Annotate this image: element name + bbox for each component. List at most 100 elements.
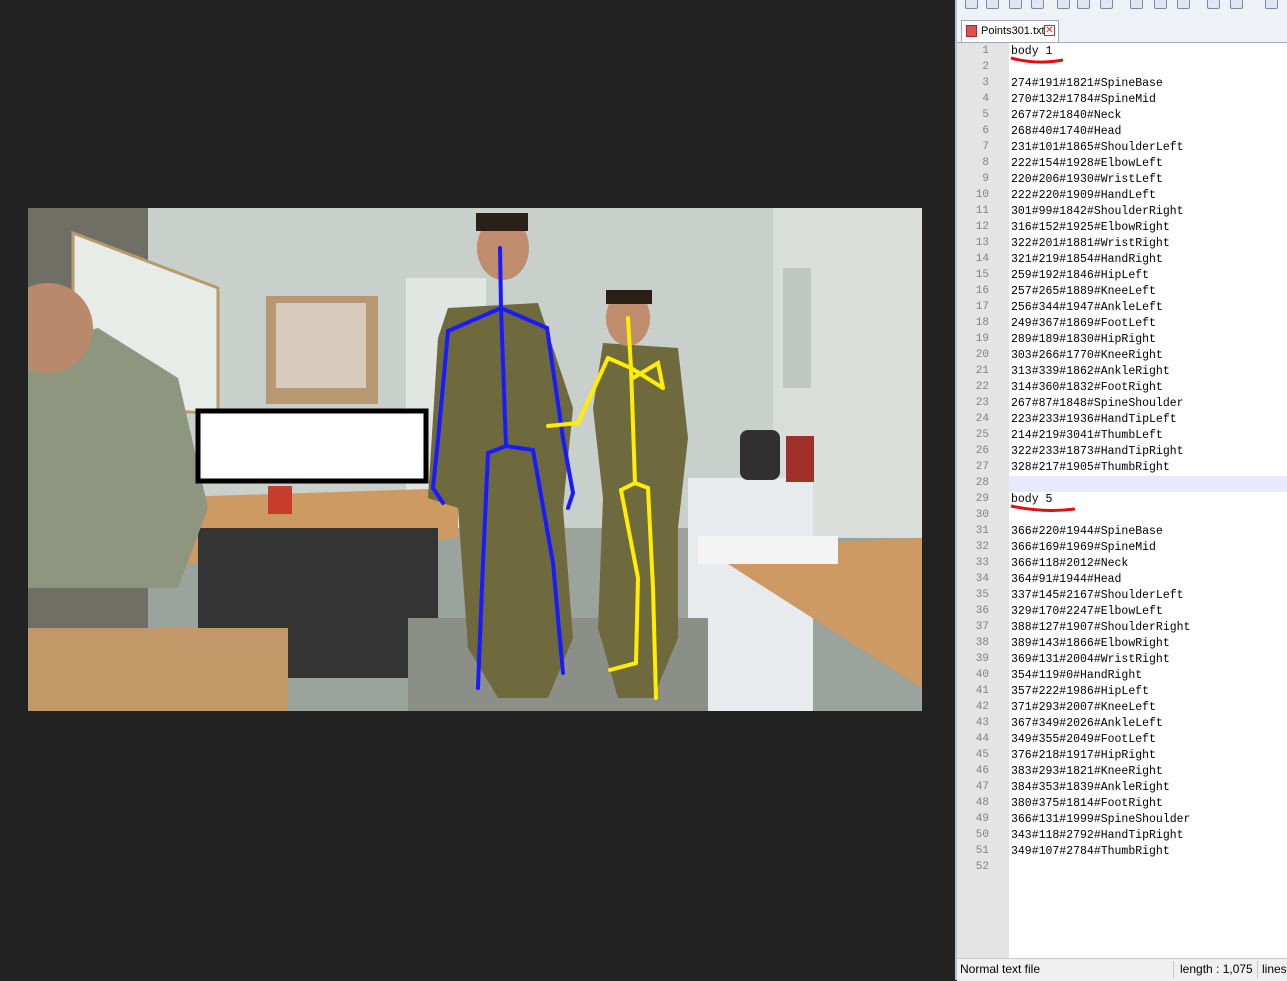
line-number: 1 (982, 45, 989, 57)
camera-photo (28, 208, 922, 711)
status-divider (1257, 961, 1258, 978)
line-number: 22 (975, 381, 989, 393)
code-line: 329#170#2247#ElbowLeft (1011, 605, 1163, 618)
code-line: 367#349#2026#AnkleLeft (1011, 717, 1163, 730)
line-number: 18 (975, 317, 989, 329)
tab-bar: Points301.txt ✕ (957, 14, 1287, 43)
line-number: 19 (975, 333, 989, 345)
line-number: 43 (975, 717, 989, 729)
code-line: 366#131#1999#SpineShoulder (1011, 813, 1191, 826)
paste-icon[interactable] (1177, 0, 1190, 9)
line-number: 42 (975, 701, 989, 713)
code-line: 383#293#1821#KneeRight (1011, 765, 1163, 778)
line-number: 50 (975, 829, 989, 841)
code-line: 357#222#1986#HipLeft (1011, 685, 1150, 698)
line-number: 35 (975, 589, 989, 601)
line-number: 2 (982, 61, 989, 73)
code-line: 222#154#1928#ElbowLeft (1011, 157, 1163, 170)
code-line: 249#367#1869#FootLeft (1011, 317, 1156, 330)
close-all-icon[interactable] (1077, 0, 1090, 9)
code-line: 321#219#1854#HandRight (1011, 253, 1163, 266)
save-icon[interactable] (1009, 0, 1022, 9)
find-icon[interactable] (1265, 0, 1278, 9)
line-number: 6 (982, 125, 989, 137)
code-line: 376#218#1917#HipRight (1011, 749, 1156, 762)
line-number: 24 (975, 413, 989, 425)
line-number: 33 (975, 557, 989, 569)
line-number: 25 (975, 429, 989, 441)
code-line: 274#191#1821#SpineBase (1011, 77, 1163, 90)
current-line-highlight (1009, 476, 1287, 492)
code-line: 380#375#1814#FootRight (1011, 797, 1163, 810)
cut-icon[interactable] (1130, 0, 1143, 9)
code-line: 222#220#1909#HandLeft (1011, 189, 1156, 202)
line-number: 51 (975, 845, 989, 857)
underline-body-5 (1010, 504, 1076, 512)
new-file-icon[interactable] (965, 0, 978, 9)
code-line: 289#189#1830#HipRight (1011, 333, 1156, 346)
line-number: 45 (975, 749, 989, 761)
code-line: 303#266#1770#KneeRight (1011, 349, 1163, 362)
line-number: 21 (975, 365, 989, 377)
line-number: 17 (975, 301, 989, 313)
code-line: 259#192#1846#HipLeft (1011, 269, 1150, 282)
file-type-status: Normal text file (960, 962, 1041, 976)
print-icon[interactable] (1100, 0, 1113, 9)
line-number: 44 (975, 733, 989, 745)
code-line: 267#72#1840#Neck (1011, 109, 1122, 122)
status-divider (1173, 961, 1174, 978)
code-line: 384#353#1839#AnkleRight (1011, 781, 1170, 794)
line-number: 23 (975, 397, 989, 409)
code-line: 257#265#1889#KneeLeft (1011, 285, 1156, 298)
code-line: 301#99#1842#ShoulderRight (1011, 205, 1184, 218)
save-all-icon[interactable] (1031, 0, 1044, 9)
line-number: 10 (975, 189, 989, 201)
code-line: body 1 (1011, 45, 1053, 58)
line-number: 8 (982, 157, 989, 169)
line-number: 20 (975, 349, 989, 361)
tab-points301[interactable]: Points301.txt ✕ (961, 20, 1059, 42)
code-line: 268#40#1740#Head (1011, 125, 1122, 138)
code-line: 366#220#1944#SpineBase (1011, 525, 1163, 538)
close-file-icon[interactable] (1057, 0, 1070, 9)
line-number: 4 (982, 93, 989, 105)
tab-label: Points301.txt (981, 25, 1045, 37)
code-line: 389#143#1866#ElbowRight (1011, 637, 1170, 650)
code-line: 223#233#1936#HandTipLeft (1011, 413, 1177, 426)
redaction-box (195, 408, 429, 484)
length-status: length : 1,075 (1180, 962, 1253, 976)
code-line: body 5 (1011, 493, 1053, 506)
line-number: 40 (975, 669, 989, 681)
file-icon (966, 25, 977, 37)
code-line: 316#152#1925#ElbowRight (1011, 221, 1170, 234)
line-number: 46 (975, 765, 989, 777)
code-line: 354#119#0#HandRight (1011, 669, 1143, 682)
text-area[interactable]: 1 body 1 2 3 274#191#1821#SpineBase 4 270#132#… (957, 43, 1287, 958)
line-number: 30 (975, 509, 989, 521)
line-number: 28 (975, 477, 989, 489)
line-number: 48 (975, 797, 989, 809)
line-number: 41 (975, 685, 989, 697)
code-line: 220#206#1930#WristLeft (1011, 173, 1163, 186)
line-number: 31 (975, 525, 989, 537)
code-line: 270#132#1784#SpineMid (1011, 93, 1156, 106)
line-number: 11 (975, 205, 989, 217)
line-number: 32 (975, 541, 989, 553)
redo-icon[interactable] (1230, 0, 1243, 9)
line-number: 34 (975, 573, 989, 585)
line-number: 47 (975, 781, 989, 793)
code-line: 214#219#3041#ThumbLeft (1011, 429, 1163, 442)
code-line: 328#217#1905#ThumbRight (1011, 461, 1170, 474)
copy-icon[interactable] (1154, 0, 1167, 9)
open-file-icon[interactable] (986, 0, 999, 9)
line-number: 16 (975, 285, 989, 297)
close-tab-icon[interactable]: ✕ (1044, 25, 1055, 36)
line-number: 5 (982, 109, 989, 121)
line-number: 38 (975, 637, 989, 649)
code-line: 349#107#2784#ThumbRight (1011, 845, 1170, 858)
undo-icon[interactable] (1207, 0, 1220, 9)
line-number: 14 (975, 253, 989, 265)
status-bar: Normal text file length : 1,075 lines (957, 958, 1287, 981)
line-number: 9 (982, 173, 989, 185)
line-number: 37 (975, 621, 989, 633)
